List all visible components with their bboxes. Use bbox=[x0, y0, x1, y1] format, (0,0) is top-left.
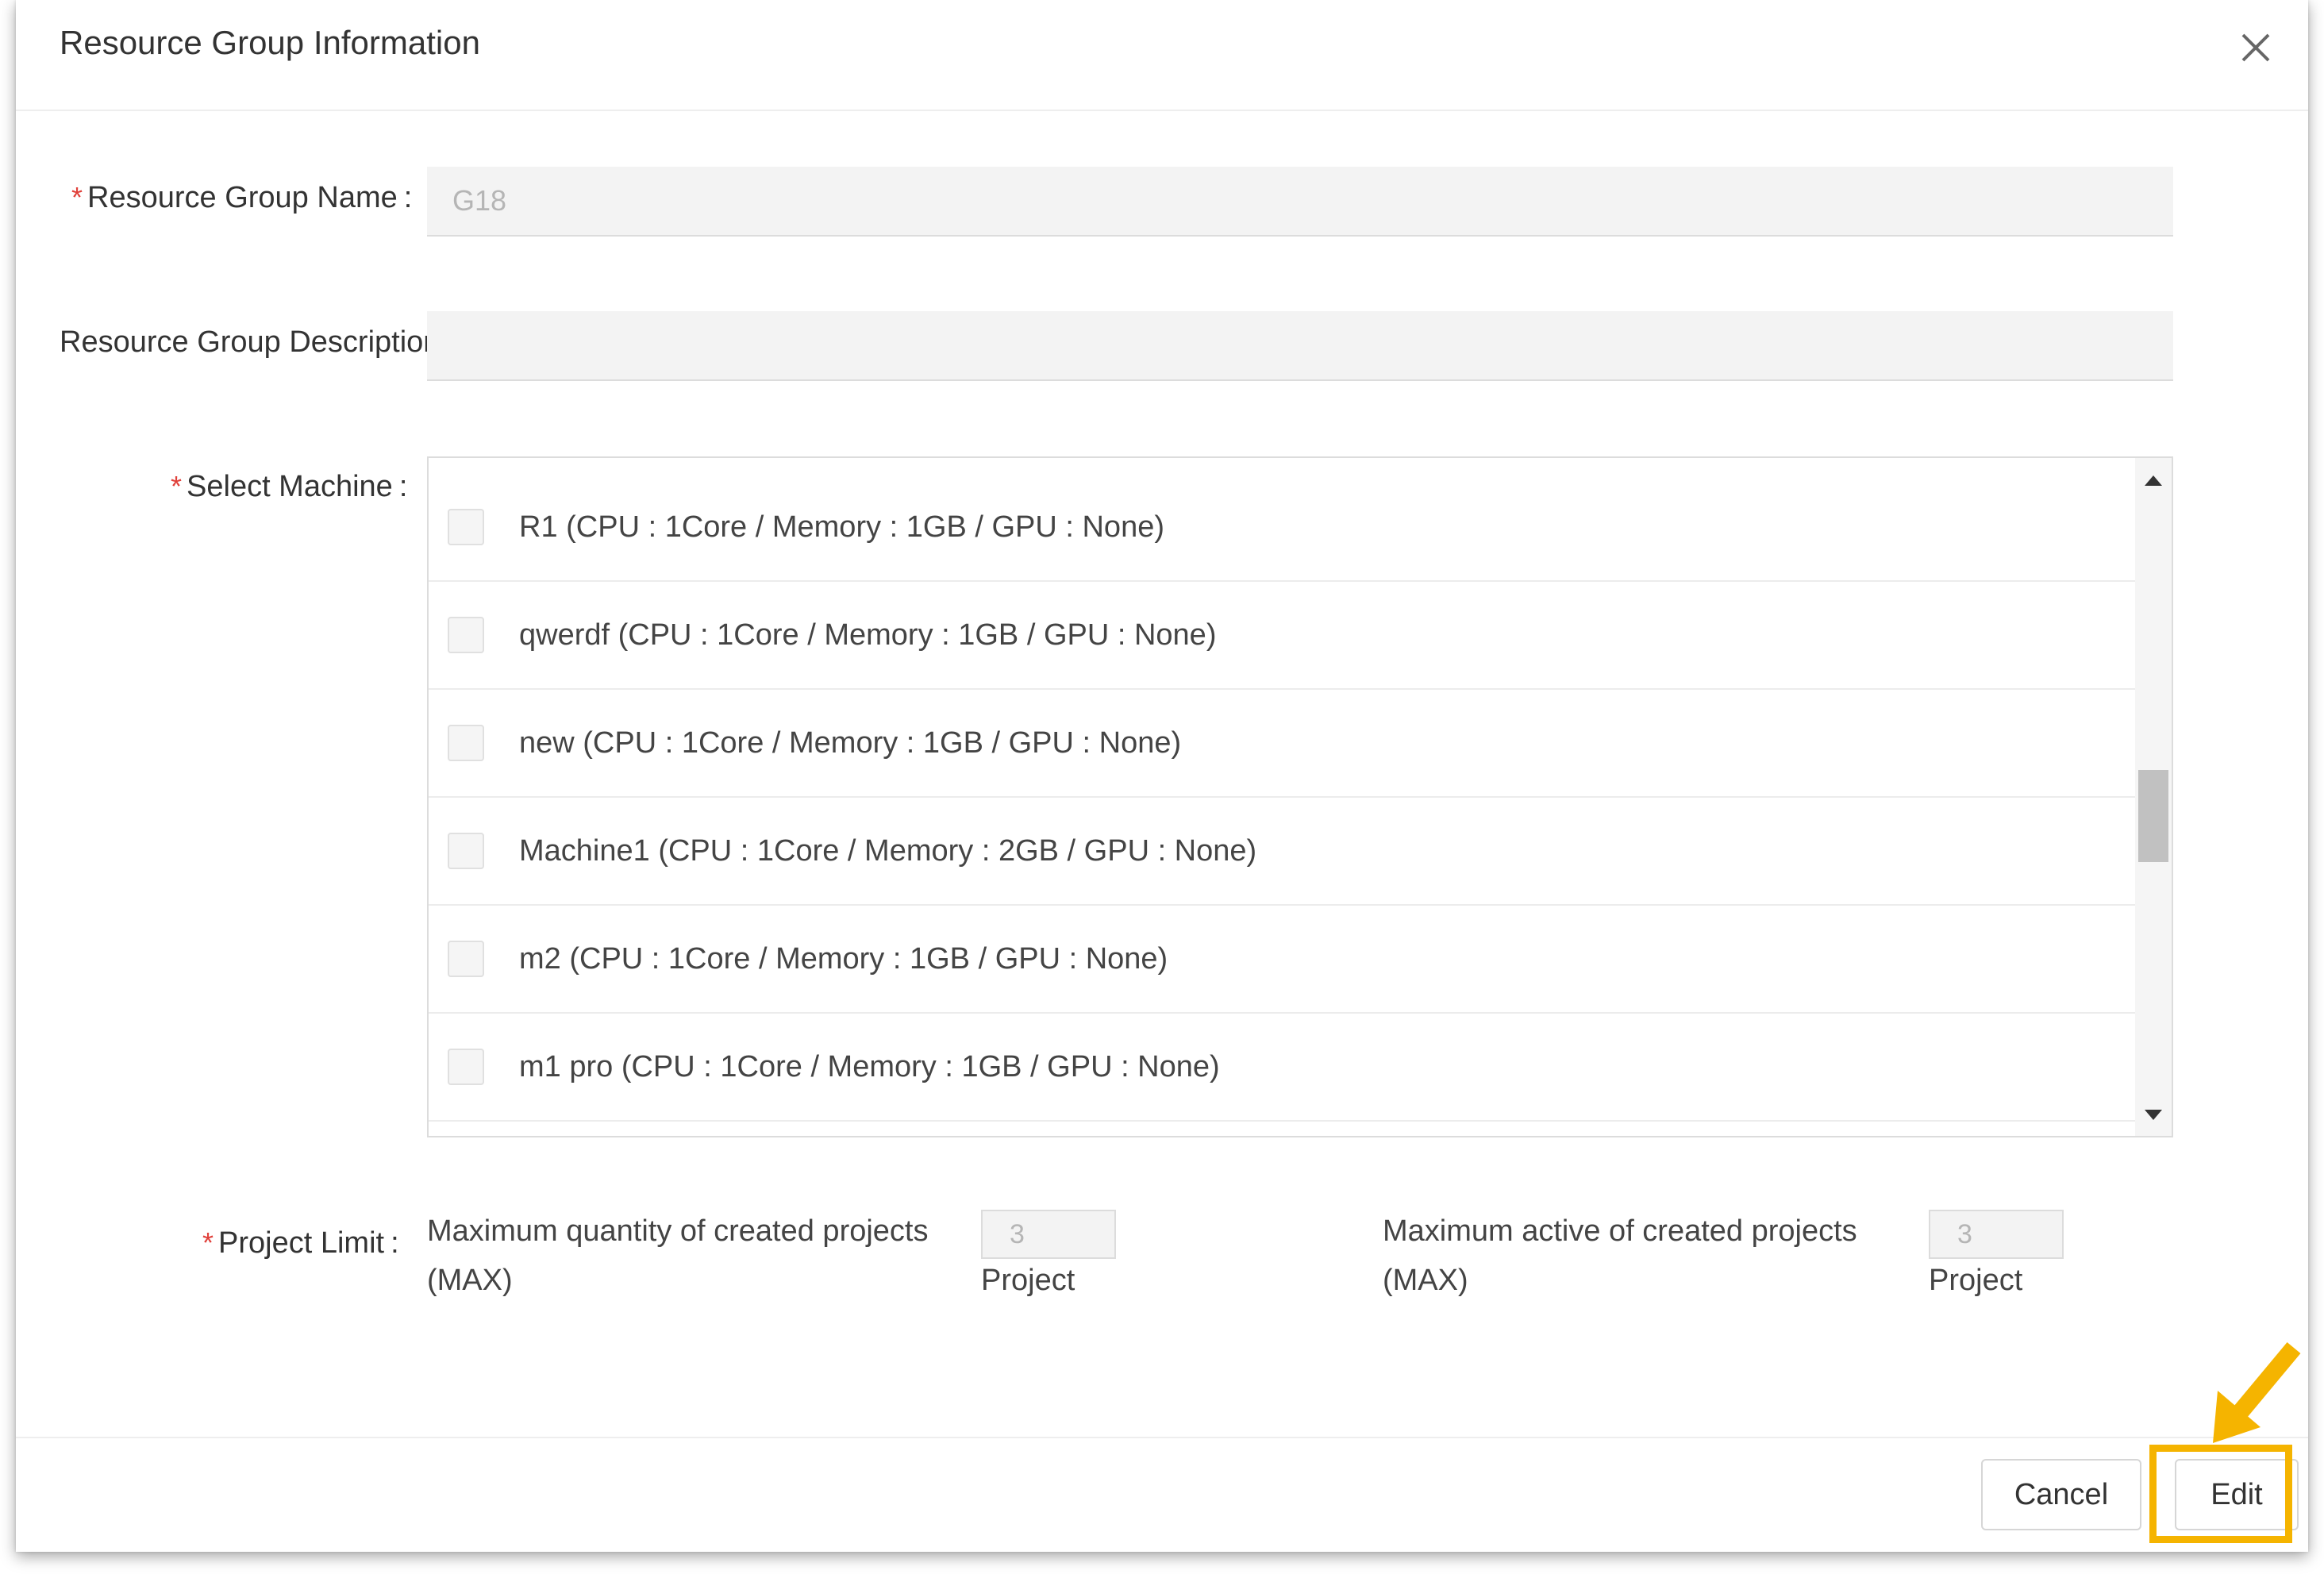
resource-group-name-label: * Resource Group Name: bbox=[71, 181, 413, 214]
machine-row[interactable]: new (CPU : 1Core / Memory : 1GB / GPU : … bbox=[429, 690, 2135, 798]
dialog-title: Resource Group Information bbox=[60, 24, 480, 61]
edit-button-highlight bbox=[2149, 1445, 2292, 1543]
close-icon bbox=[2241, 33, 2270, 62]
machine-checkbox[interactable] bbox=[448, 509, 484, 545]
machine-label: qwerdf (CPU : 1Core / Memory : 1GB / GPU… bbox=[519, 618, 1217, 652]
machine-list-box[interactable]: R1 (CPU : 1Core / Memory : 1GB / GPU : N… bbox=[427, 456, 2173, 1137]
machine-row[interactable]: m1 pro (CPU : 1Core / Memory : 1GB / GPU… bbox=[429, 1014, 2135, 1122]
dialog-header: Resource Group Information bbox=[16, 0, 2308, 111]
project-limit-label: * Project Limit: bbox=[202, 1226, 399, 1260]
machine-checkbox[interactable] bbox=[448, 833, 484, 869]
machine-label: m2 (CPU : 1Core / Memory : 1GB / GPU : N… bbox=[519, 941, 1168, 976]
resource-group-description-input[interactable] bbox=[427, 311, 2173, 381]
scroll-up-arrow-icon[interactable] bbox=[2145, 475, 2162, 486]
machine-label: new (CPU : 1Core / Memory : 1GB / GPU : … bbox=[519, 725, 1182, 760]
resource-group-dialog: Resource Group Information * Resource Gro… bbox=[16, 0, 2308, 1552]
scrollbar-thumb[interactable] bbox=[2138, 770, 2168, 862]
close-button[interactable] bbox=[2238, 30, 2273, 65]
machine-checkbox[interactable] bbox=[448, 725, 484, 761]
required-mark: * bbox=[202, 1226, 214, 1259]
machine-label: R1 (CPU : 1Core / Memory : 1GB / GPU : N… bbox=[519, 510, 1164, 544]
scroll-down-arrow-icon[interactable] bbox=[2145, 1110, 2162, 1120]
machine-checkbox[interactable] bbox=[448, 1049, 484, 1085]
resource-group-description-label: Resource Group Description bbox=[60, 325, 441, 359]
max-active-input[interactable]: 3 bbox=[1929, 1210, 2064, 1259]
resource-group-name-input[interactable] bbox=[427, 167, 2173, 237]
select-machine-label: * Select Machine: bbox=[171, 470, 408, 503]
cancel-button[interactable]: Cancel bbox=[1981, 1459, 2141, 1530]
machine-label: m1 pro (CPU : 1Core / Memory : 1GB / GPU… bbox=[519, 1049, 1220, 1083]
machine-row[interactable]: R1 (CPU : 1Core / Memory : 1GB / GPU : N… bbox=[429, 474, 2135, 582]
max-quantity-label: Maximum quantity of created projects (MA… bbox=[427, 1214, 929, 1297]
required-mark: * bbox=[71, 181, 83, 214]
machine-list: R1 (CPU : 1Core / Memory : 1GB / GPU : N… bbox=[429, 474, 2135, 1122]
machine-checkbox[interactable] bbox=[448, 617, 484, 653]
max-active-label: Maximum active of created projects (MAX) bbox=[1383, 1214, 1857, 1297]
machine-list-scrollbar[interactable] bbox=[2135, 458, 2172, 1136]
machine-checkbox[interactable] bbox=[448, 941, 484, 977]
dialog-footer-divider bbox=[16, 1437, 2308, 1438]
machine-label: Machine1 (CPU : 1Core / Memory : 2GB / G… bbox=[519, 833, 1257, 868]
max-quantity-input[interactable]: 3 bbox=[981, 1210, 1116, 1259]
machine-row[interactable]: m2 (CPU : 1Core / Memory : 1GB / GPU : N… bbox=[429, 906, 2135, 1014]
callout-arrow-icon bbox=[2213, 1341, 2301, 1443]
machine-row[interactable]: Machine1 (CPU : 1Core / Memory : 2GB / G… bbox=[429, 798, 2135, 906]
max-active-unit: Project bbox=[1929, 1264, 2023, 1297]
machine-row[interactable]: qwerdf (CPU : 1Core / Memory : 1GB / GPU… bbox=[429, 582, 2135, 690]
max-quantity-unit: Project bbox=[981, 1264, 1075, 1297]
required-mark: * bbox=[171, 470, 183, 502]
